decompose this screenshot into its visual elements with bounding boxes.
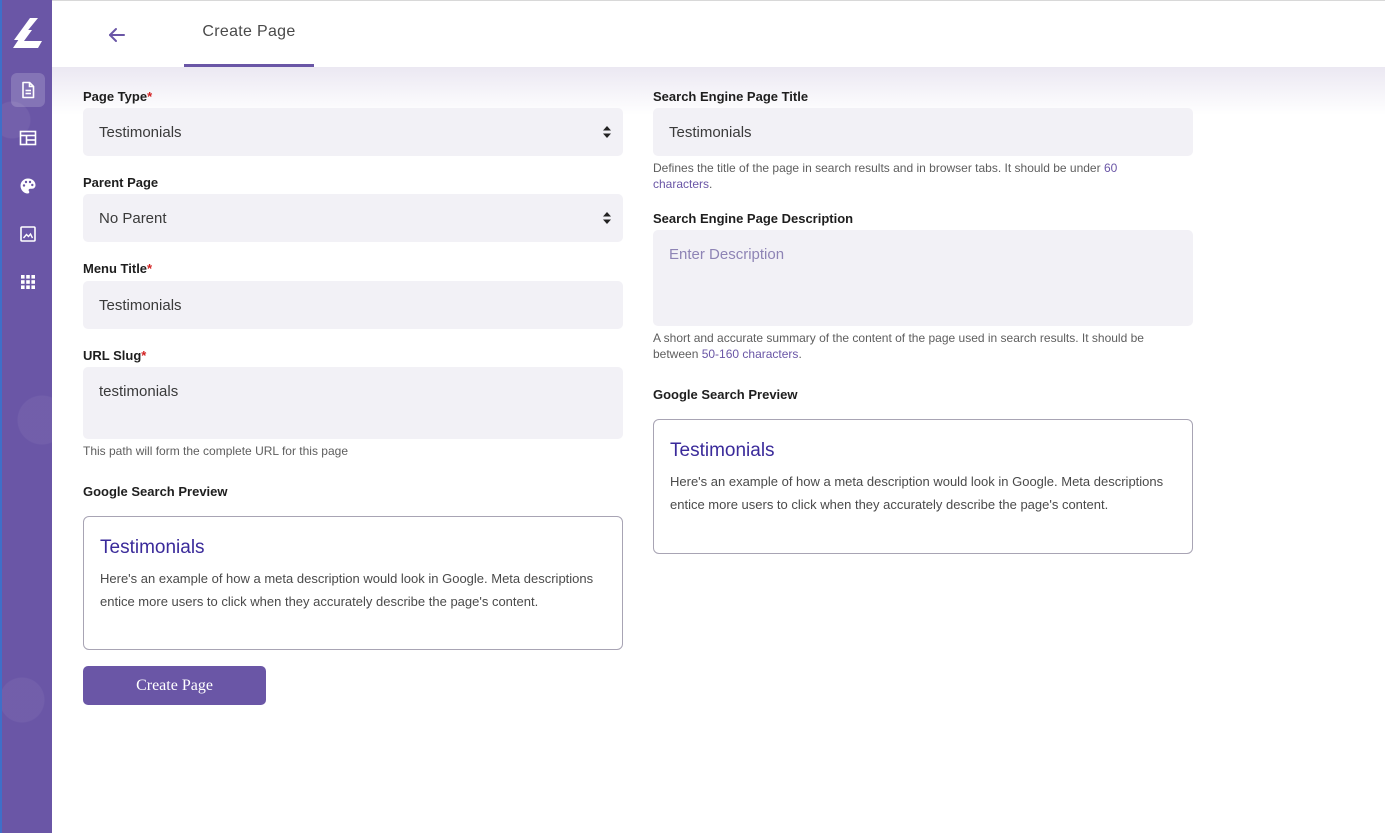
url-slug-input[interactable]: testimonials [83, 367, 623, 439]
preview-title: Testimonials [670, 440, 775, 461]
menu-title-label: Menu Title* [83, 261, 153, 276]
select-arrows-icon [603, 212, 611, 224]
parent-page-value: No Parent [99, 209, 167, 227]
parent-page-label: Parent Page [83, 175, 159, 190]
parent-page-select[interactable]: No Parent [83, 194, 623, 242]
page-type-select[interactable]: Testimonials [83, 108, 623, 156]
seo-title-label: Search Engine Page Title [653, 89, 809, 104]
document-icon [22, 81, 35, 99]
url-slug-label: URL Slug* [83, 348, 147, 363]
sidebar-item-themes[interactable] [11, 169, 45, 203]
sidebar-item-apps[interactable] [11, 265, 45, 299]
url-slug-hint: This path will form the complete URL for… [83, 444, 349, 458]
google-preview-heading: Google Search Preview [83, 484, 228, 499]
image-icon [20, 226, 36, 242]
menu-title-input[interactable]: Testimonials [83, 281, 623, 329]
tab-create-page[interactable]: Create Page [184, 0, 314, 67]
preview-description: Here's an example of how a meta descript… [100, 571, 594, 609]
google-search-preview: Testimonials Here's an example of how a … [653, 419, 1193, 554]
seo-title-value: Testimonials [669, 123, 752, 141]
google-preview-heading: Google Search Preview [653, 387, 798, 402]
required-marker: * [147, 261, 153, 276]
apps-grid-icon [21, 275, 35, 289]
seo-title-hint: Defines the title of the page in search … [653, 161, 1118, 191]
brand-logo-icon[interactable] [11, 16, 45, 50]
arrow-left-icon [109, 28, 125, 42]
url-slug-value: testimonials [99, 383, 179, 400]
create-page-button[interactable]: Create Page [83, 666, 266, 705]
seo-description-textarea[interactable]: Enter Description [653, 230, 1193, 326]
seo-title-input[interactable]: Testimonials [653, 108, 1193, 156]
menu-title-value: Testimonials [99, 296, 182, 314]
required-marker: * [147, 89, 153, 104]
preview-description: Here's an example of how a meta descript… [670, 474, 1164, 512]
google-search-preview: Testimonials Here's an example of how a … [83, 516, 623, 650]
sidebar-item-pages[interactable] [11, 73, 45, 107]
sidebar [0, 0, 52, 833]
seo-description-placeholder: Enter Description [669, 246, 785, 263]
seo-description-hint: A short and accurate summary of the cont… [653, 331, 1144, 361]
preview-title: Testimonials [100, 537, 205, 558]
sidebar-item-media[interactable] [11, 217, 45, 251]
page-type-value: Testimonials [99, 123, 182, 141]
layout-icon [19, 130, 37, 146]
required-marker: * [141, 348, 147, 363]
palette-icon [20, 178, 36, 194]
select-arrows-icon [603, 126, 611, 138]
seo-description-label: Search Engine Page Description [653, 211, 854, 226]
page-type-label: Page Type* [83, 89, 153, 104]
back-button[interactable] [104, 22, 130, 48]
sidebar-item-layouts[interactable] [11, 121, 45, 155]
